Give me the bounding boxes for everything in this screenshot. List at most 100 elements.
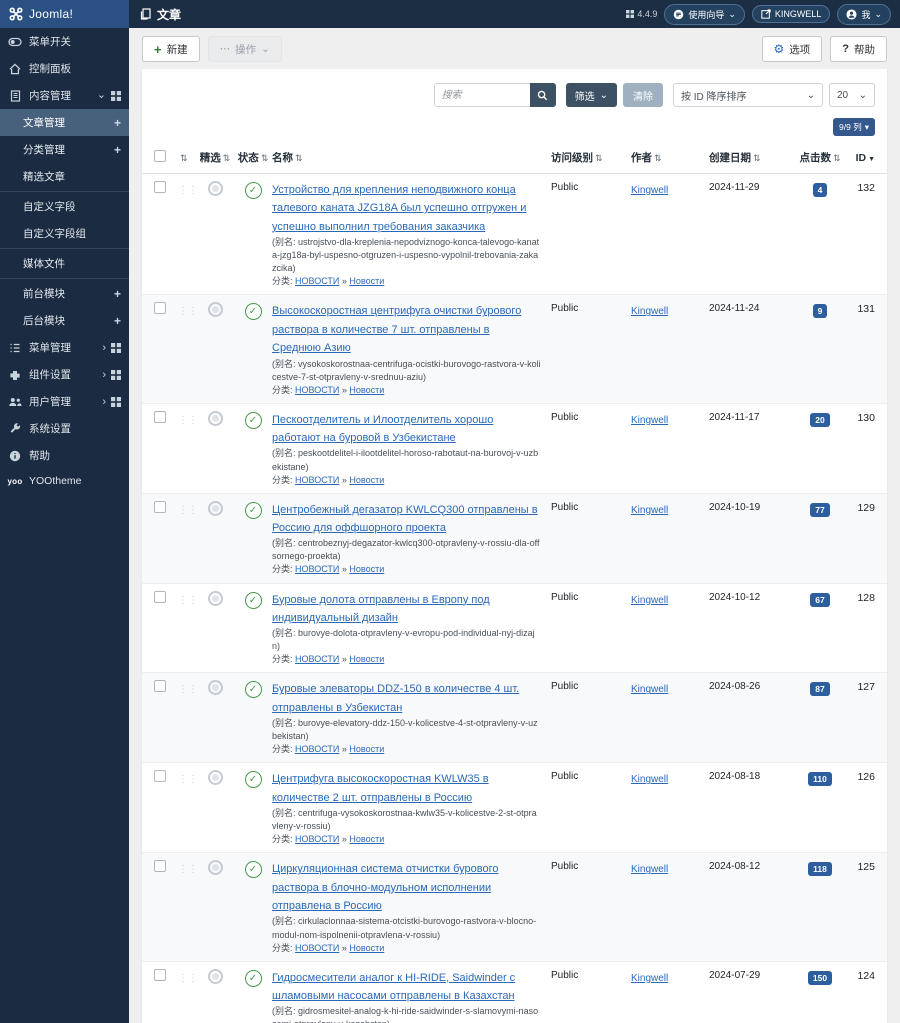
featured-toggle-icon[interactable] xyxy=(207,500,223,516)
new-button[interactable]: + 新建 xyxy=(142,36,200,62)
author-link[interactable]: Kingwell xyxy=(631,971,668,984)
status-published-icon[interactable]: ✓ xyxy=(244,303,262,321)
row-checkbox[interactable] xyxy=(154,770,166,783)
author-link[interactable]: Kingwell xyxy=(631,413,668,426)
sidebar-item-admin-modules[interactable]: 后台模块 + xyxy=(0,307,129,334)
columns-toggle-button[interactable]: 9/9 列 ▾ xyxy=(833,118,875,136)
status-published-icon[interactable]: ✓ xyxy=(244,501,262,519)
header-title[interactable]: 名称 ⇅ xyxy=(272,150,551,165)
row-checkbox[interactable] xyxy=(154,181,166,193)
featured-toggle-icon[interactable] xyxy=(207,968,223,984)
sidebar-item-help[interactable]: 帮助 xyxy=(0,442,129,469)
sidebar-item-field-groups[interactable]: 自定义字段组 xyxy=(0,220,129,247)
sidebar-item-system[interactable]: 系统设置 xyxy=(0,415,129,442)
category-parent-link[interactable]: НОВОСТИ xyxy=(295,564,339,574)
category-link[interactable]: Новости xyxy=(349,654,384,664)
options-button[interactable]: ⚙ 选项 xyxy=(761,36,823,62)
header-created[interactable]: 创建日期 ⇅ xyxy=(709,150,797,165)
author-link[interactable]: Kingwell xyxy=(631,503,668,516)
article-title-link[interactable]: Центробежный дегазатор KWLCQ300 отправле… xyxy=(272,504,538,534)
author-link[interactable]: Kingwell xyxy=(631,304,668,317)
header-featured[interactable]: 精选 ⇅ xyxy=(196,150,234,165)
author-link[interactable]: Kingwell xyxy=(631,772,668,785)
article-title-link[interactable]: Циркуляционная система отчистки бурового… xyxy=(272,863,498,912)
category-parent-link[interactable]: НОВОСТИ xyxy=(295,744,339,754)
article-title-link[interactable]: Гидросмесители аналог к HI-RIDE, Saidwin… xyxy=(272,972,515,1002)
featured-toggle-icon[interactable] xyxy=(207,590,223,606)
article-title-link[interactable]: Высокоскоростная центрифуга очистки буро… xyxy=(272,305,521,354)
actions-button[interactable]: ⋯ 操作 ⌄ xyxy=(207,36,282,62)
ordering-sort-icon[interactable]: ⇅ xyxy=(180,153,188,163)
sidebar-item-articles[interactable]: 文章管理 + xyxy=(0,109,129,136)
category-parent-link[interactable]: НОВОСТИ xyxy=(295,385,339,395)
sidebar-item-content[interactable]: 内容管理 ⌄ xyxy=(0,82,129,109)
row-checkbox[interactable] xyxy=(154,302,166,315)
row-checkbox[interactable] xyxy=(154,860,166,873)
article-title-link[interactable]: Устройство для крепления неподвижного ко… xyxy=(272,184,526,233)
add-module-icon[interactable]: + xyxy=(114,287,121,301)
drag-handle-icon[interactable]: ⋮⋮ xyxy=(178,864,198,875)
author-link[interactable]: Kingwell xyxy=(631,183,668,196)
user-menu-pill-button[interactable]: 我 ⌄ xyxy=(837,3,891,25)
status-published-icon[interactable]: ✓ xyxy=(244,771,262,789)
guide-pill-button[interactable]: 使用向导 ⌄ xyxy=(664,3,745,25)
header-id[interactable]: ID ▼ xyxy=(843,152,875,164)
drag-handle-icon[interactable]: ⋮⋮ xyxy=(178,774,198,785)
category-link[interactable]: Новости xyxy=(349,564,384,574)
site-preview-pill-button[interactable]: KINGWELL xyxy=(751,5,831,23)
sidebar-item-menus[interactable]: 菜单管理 › xyxy=(0,334,129,361)
drag-handle-icon[interactable]: ⋮⋮ xyxy=(178,505,198,516)
header-hits[interactable]: 点击数 ⇅ xyxy=(797,150,843,165)
dashboard-grid-icon[interactable] xyxy=(111,369,121,380)
drag-handle-icon[interactable]: ⋮⋮ xyxy=(178,415,198,426)
author-link[interactable]: Kingwell xyxy=(631,593,668,606)
header-author[interactable]: 作者 ⇅ xyxy=(631,150,709,165)
sidebar-item-media[interactable]: 媒体文件 xyxy=(0,250,129,277)
sidebar-item-categories[interactable]: 分类管理 + xyxy=(0,136,129,163)
author-link[interactable]: Kingwell xyxy=(631,682,668,695)
article-title-link[interactable]: Буровые долота отправлены в Европу под и… xyxy=(272,594,490,624)
row-checkbox[interactable] xyxy=(154,680,166,693)
featured-toggle-icon[interactable] xyxy=(207,181,223,196)
header-status[interactable]: 状态 ⇅ xyxy=(234,150,272,165)
status-published-icon[interactable]: ✓ xyxy=(244,182,262,199)
sort-select[interactable]: 按 ID 降序排序 ⌄ xyxy=(673,83,823,107)
featured-toggle-icon[interactable] xyxy=(207,860,223,876)
article-title-link[interactable]: Центрифуга высокоскоростная KWLW35 в кол… xyxy=(272,773,489,803)
featured-toggle-icon[interactable] xyxy=(207,680,223,696)
featured-toggle-icon[interactable] xyxy=(207,410,223,426)
status-published-icon[interactable]: ✓ xyxy=(244,681,262,699)
dashboard-grid-icon[interactable] xyxy=(111,342,121,353)
add-category-icon[interactable]: + xyxy=(114,143,121,157)
category-parent-link[interactable]: НОВОСТИ xyxy=(295,943,339,953)
category-parent-link[interactable]: НОВОСТИ xyxy=(295,475,339,485)
sidebar-item-menu-toggle[interactable]: 菜单开关 xyxy=(0,28,129,55)
select-all-checkbox[interactable] xyxy=(154,150,166,162)
status-published-icon[interactable]: ✓ xyxy=(244,861,262,879)
header-access[interactable]: 访问级别 ⇅ xyxy=(551,150,631,165)
category-link[interactable]: Новости xyxy=(349,276,384,286)
category-link[interactable]: Новости xyxy=(349,834,384,844)
article-title-link[interactable]: Буровые элеваторы DDZ-150 в количестве 4… xyxy=(272,683,519,713)
category-parent-link[interactable]: НОВОСТИ xyxy=(295,834,339,844)
category-parent-link[interactable]: НОВОСТИ xyxy=(295,276,339,286)
dashboard-grid-icon[interactable] xyxy=(111,90,121,101)
sidebar-item-components[interactable]: 组件设置 › xyxy=(0,361,129,388)
featured-toggle-icon[interactable] xyxy=(207,770,223,786)
drag-handle-icon[interactable]: ⋮⋮ xyxy=(178,973,198,984)
featured-toggle-icon[interactable] xyxy=(207,302,223,318)
sidebar-item-fields[interactable]: 自定义字段 xyxy=(0,193,129,220)
add-article-icon[interactable]: + xyxy=(114,116,121,130)
sidebar-item-dashboard[interactable]: 控制面板 xyxy=(0,55,129,82)
drag-handle-icon[interactable]: ⋮⋮ xyxy=(178,306,198,317)
search-button[interactable] xyxy=(529,83,556,107)
row-checkbox[interactable] xyxy=(154,500,166,513)
status-published-icon[interactable]: ✓ xyxy=(244,411,262,429)
drag-handle-icon[interactable]: ⋮⋮ xyxy=(178,595,198,606)
drag-handle-icon[interactable]: ⋮⋮ xyxy=(178,185,198,196)
filter-options-button[interactable]: 筛选 ⌄ xyxy=(565,83,617,107)
author-link[interactable]: Kingwell xyxy=(631,862,668,875)
sidebar-item-yootheme[interactable]: yoo YOOtheme xyxy=(0,469,129,493)
category-parent-link[interactable]: НОВОСТИ xyxy=(295,654,339,664)
status-published-icon[interactable]: ✓ xyxy=(244,591,262,609)
